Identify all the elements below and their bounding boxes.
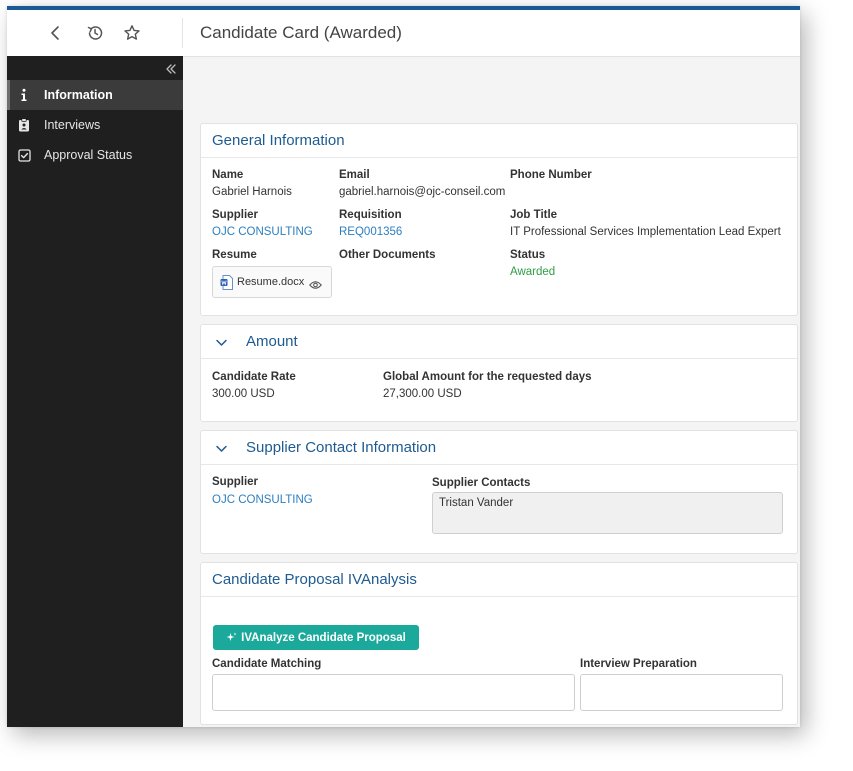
amount-card: Amount Candidate Rate 300.00 USD Global …: [200, 324, 798, 422]
general-information-card: General Information Name Gabriel Harnois…: [200, 123, 798, 316]
resume-file-name: Resume.docx: [237, 276, 305, 288]
sparkle-icon: [226, 632, 237, 643]
supplier-link[interactable]: OJC CONSULTING: [212, 494, 313, 506]
resume-file-chip[interactable]: Resume.docx: [212, 266, 332, 298]
card-title: Supplier Contact Information: [246, 439, 437, 456]
supplier-contact-name: Tristan Vander: [439, 497, 514, 509]
job-title-label: Job Title: [510, 209, 558, 221]
candidate-matching-field[interactable]: [212, 674, 575, 711]
sidebar: Information Interviews Approval Status: [7, 56, 183, 727]
card-header: General Information: [201, 124, 797, 158]
app-window: Candidate Card (Awarded) Information Int…: [7, 6, 800, 727]
supplier-label: Supplier: [212, 209, 259, 221]
ivanalyze-button[interactable]: IVAnalyze Candidate Proposal: [213, 625, 419, 650]
back-icon[interactable]: [44, 21, 68, 45]
supplier-contacts-field[interactable]: Tristan Vander: [432, 492, 783, 534]
candidate-rate-value: 300.00 USD: [212, 388, 275, 400]
checkbox-icon: [17, 148, 31, 162]
status-value: Awarded: [510, 266, 556, 278]
card-title: Candidate Proposal IVAnalysis: [212, 571, 417, 588]
requisition-link[interactable]: REQ001356: [339, 226, 402, 238]
sidebar-item-approval-status[interactable]: Approval Status: [7, 140, 183, 170]
double-chevron-left-icon[interactable]: [163, 61, 179, 77]
card-header[interactable]: Amount: [201, 325, 797, 359]
word-document-icon: [220, 275, 233, 295]
clipboard-icon: [17, 118, 31, 132]
ivanalyze-button-label: IVAnalyze Candidate Proposal: [241, 631, 406, 644]
supplier-link[interactable]: OJC CONSULTING: [212, 226, 313, 238]
eye-icon[interactable]: [309, 277, 322, 295]
chevron-down-icon[interactable]: [215, 442, 228, 455]
page-title: Candidate Card (Awarded): [200, 23, 402, 42]
candidate-proposal-card: Candidate Proposal IVAnalysis IVAnalyze …: [200, 562, 798, 725]
email-label: Email: [339, 169, 370, 181]
info-icon: [17, 88, 31, 102]
interview-preparation-label: Interview Preparation: [580, 658, 697, 670]
supplier-contact-card: Supplier Contact Information Supplier OJ…: [200, 430, 798, 554]
main-content: General Information Name Gabriel Harnois…: [183, 56, 800, 727]
page-header: Candidate Card (Awarded): [7, 10, 800, 57]
interview-preparation-field[interactable]: [580, 674, 783, 711]
name-label: Name: [212, 169, 244, 181]
candidate-matching-label: Candidate Matching: [212, 658, 322, 670]
candidate-rate-label: Candidate Rate: [212, 371, 296, 383]
supplier-contacts-label: Supplier Contacts: [432, 477, 531, 489]
phone-label: Phone Number: [510, 169, 592, 181]
chevron-down-icon[interactable]: [215, 336, 228, 349]
supplier-label: Supplier: [212, 476, 259, 488]
header-divider: [182, 18, 183, 48]
star-icon[interactable]: [120, 21, 144, 45]
resume-label: Resume: [212, 249, 257, 261]
sidebar-item-label: Approval Status: [44, 148, 133, 162]
status-label: Status: [510, 249, 546, 261]
card-title: General Information: [212, 132, 345, 149]
global-amount-label: Global Amount for the requested days: [383, 371, 592, 383]
job-title-value: IT Professional Services Implementation …: [510, 226, 781, 238]
other-documents-label: Other Documents: [339, 249, 436, 261]
global-amount-value: 27,300.00 USD: [383, 388, 462, 400]
sidebar-item-interviews[interactable]: Interviews: [7, 110, 183, 140]
card-title: Amount: [246, 333, 298, 350]
email-value: gabriel.harnois@ojc-conseil.com: [339, 186, 506, 198]
sidebar-item-information[interactable]: Information: [7, 80, 183, 110]
requisition-label: Requisition: [339, 209, 402, 221]
sidebar-item-label: Information: [44, 88, 113, 102]
history-icon[interactable]: [83, 21, 107, 45]
card-header: Candidate Proposal IVAnalysis: [201, 563, 797, 597]
name-value: Gabriel Harnois: [212, 186, 292, 198]
card-header[interactable]: Supplier Contact Information: [201, 431, 797, 465]
sidebar-item-label: Interviews: [44, 118, 101, 132]
